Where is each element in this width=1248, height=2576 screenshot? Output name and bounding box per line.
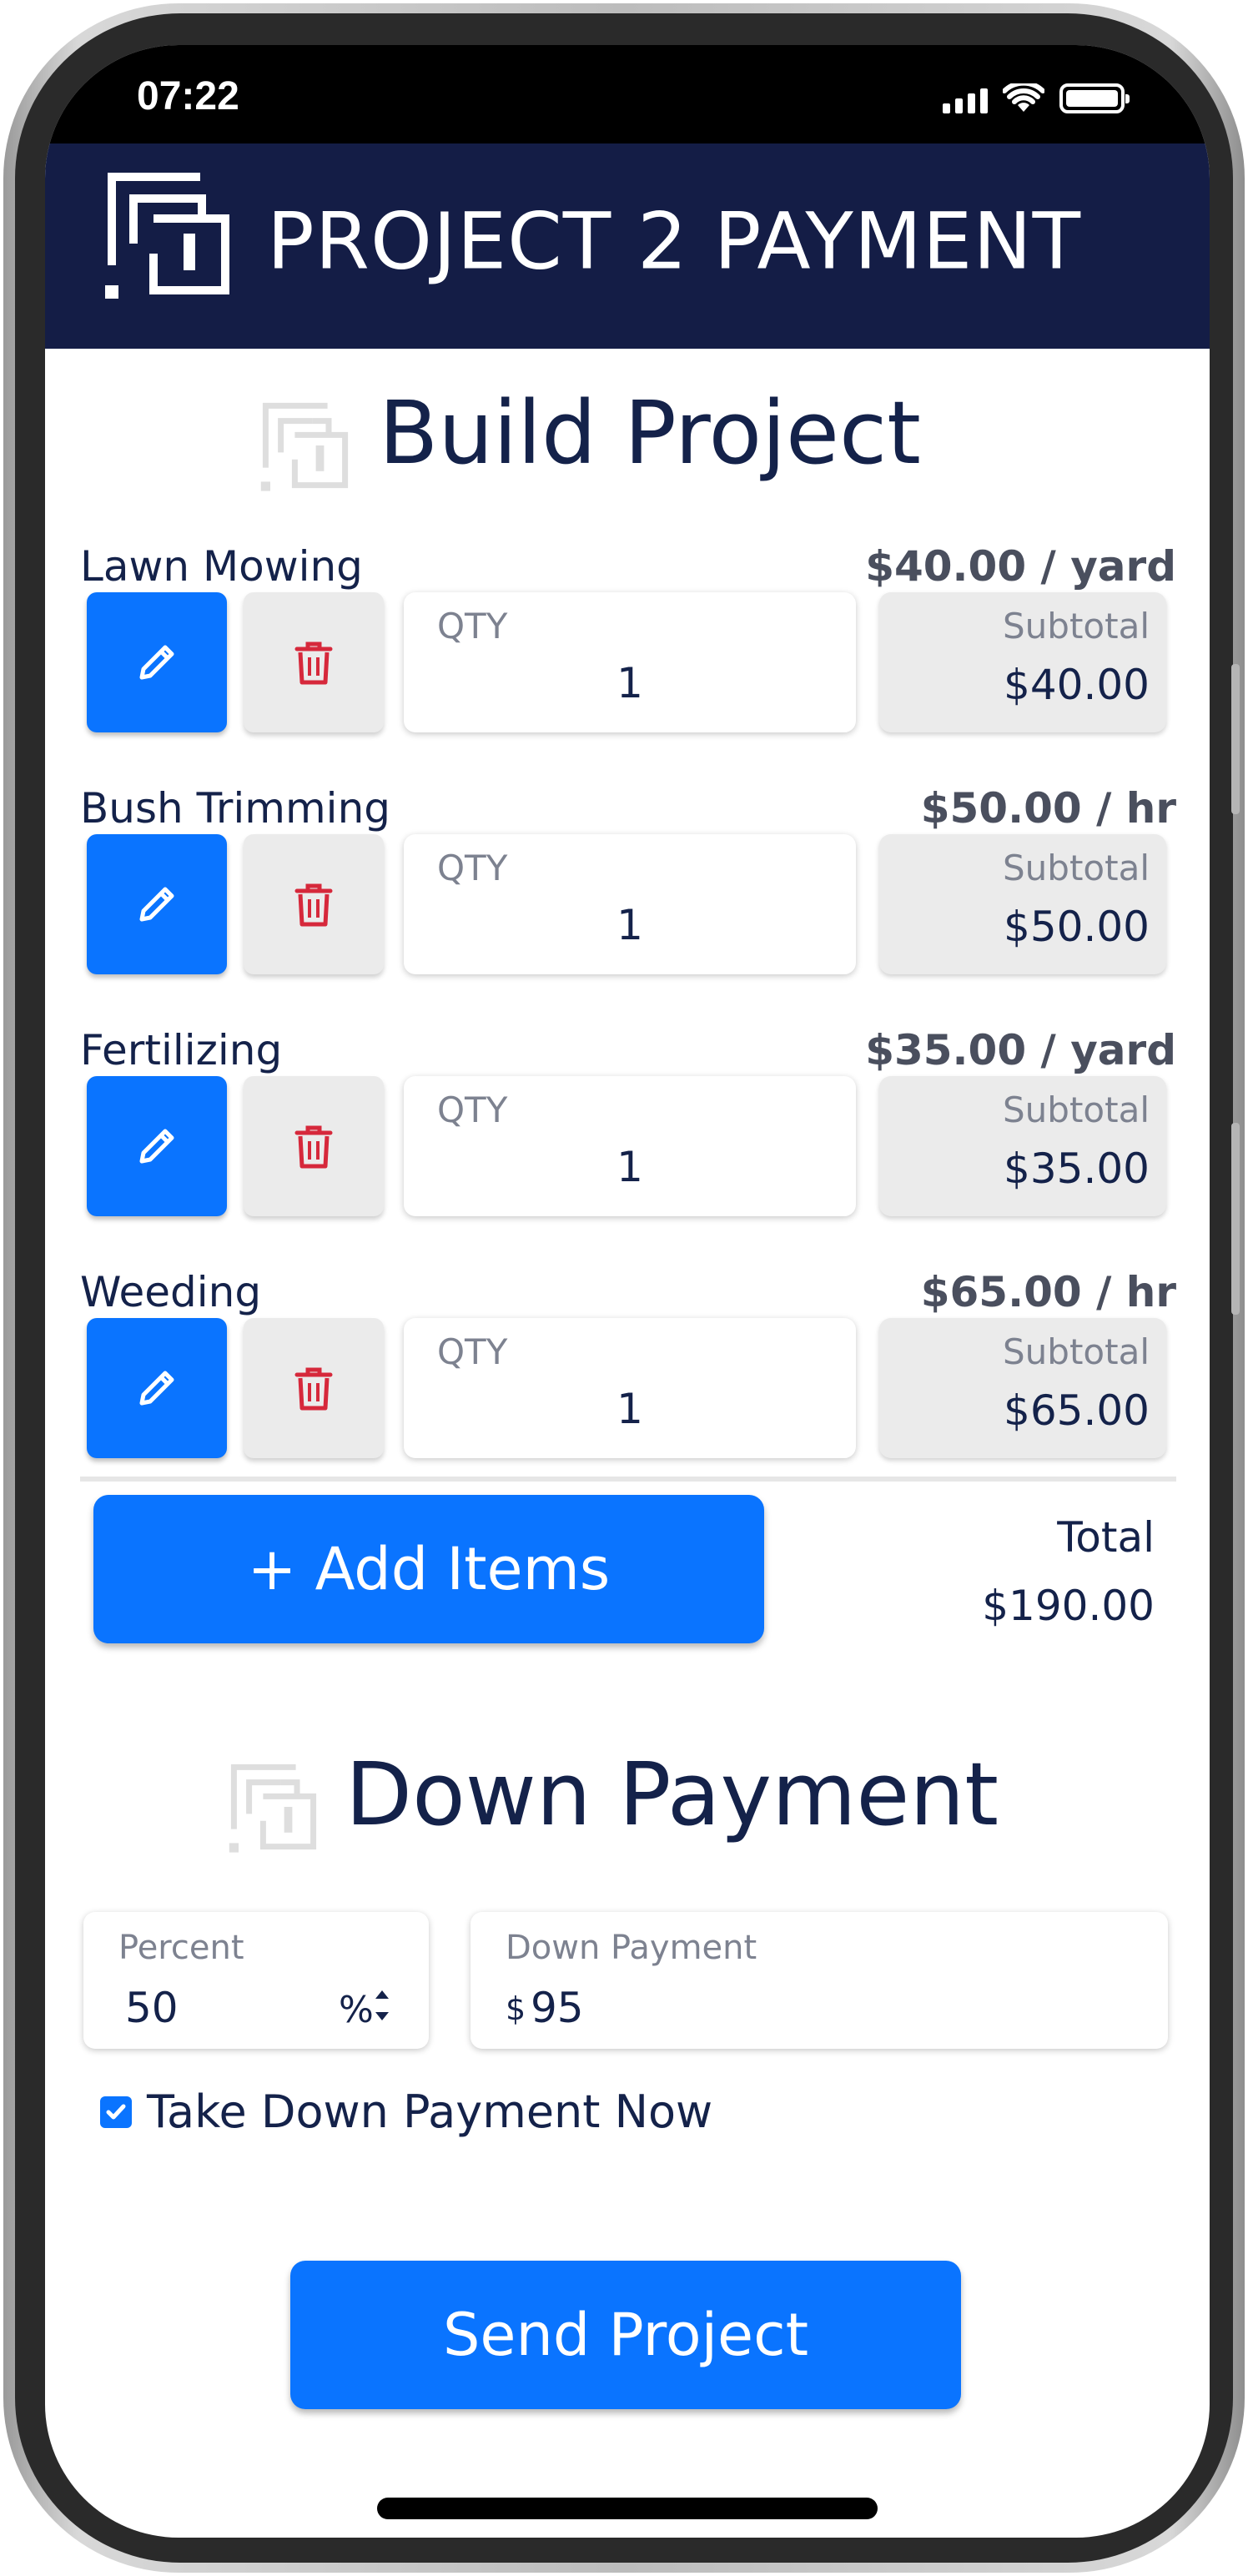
delete-item-button[interactable]: [244, 1076, 384, 1216]
pencil-icon: [139, 1371, 174, 1406]
edit-item-button[interactable]: [87, 834, 227, 974]
volume-button: [1231, 664, 1240, 814]
trash-icon: [294, 883, 333, 927]
percent-input[interactable]: 50: [125, 1984, 179, 2032]
down-payment-input[interactable]: 95: [531, 1984, 584, 2032]
app-header: PROJECT 2 PAYMENT: [45, 143, 1210, 349]
subtotal-label: Subtotal: [1003, 606, 1150, 647]
screen: 07:22 PROJECT 2 PAYMENT Build Project La…: [45, 45, 1210, 2538]
item-rate: $50.00 / hr: [920, 784, 1176, 833]
trash-icon: [294, 1125, 333, 1169]
status-icons: [943, 83, 1130, 113]
trash-icon: [294, 1367, 333, 1411]
pencil-icon: [139, 645, 174, 680]
subtotal-label: Subtotal: [1003, 1331, 1150, 1372]
signal-icon: [943, 88, 988, 113]
delete-item-button[interactable]: [244, 592, 384, 732]
subtotal-box: Subtotal $65.00: [879, 1318, 1166, 1458]
percent-label: Percent: [118, 1929, 244, 1967]
qty-input[interactable]: 1: [404, 1385, 856, 1433]
take-down-payment-checkbox[interactable]: [100, 2096, 132, 2128]
subtotal-box: Subtotal $40.00: [879, 592, 1166, 732]
home-indicator[interactable]: [377, 2498, 878, 2519]
delete-item-button[interactable]: [244, 834, 384, 974]
item-rate: $65.00 / hr: [920, 1268, 1176, 1316]
edit-item-button[interactable]: [87, 1076, 227, 1216]
app-brand-title: PROJECT 2 PAYMENT: [267, 196, 1082, 288]
edit-item-button[interactable]: [87, 1318, 227, 1458]
faint-logo-icon: [229, 1763, 317, 1853]
subtotal-value: $40.00: [1004, 661, 1150, 709]
item-name: Fertilizing: [80, 1026, 283, 1074]
down-payment-title: Down Payment: [345, 1743, 999, 1845]
power-button: [1231, 1123, 1240, 1315]
subtotal-label: Subtotal: [1003, 1089, 1150, 1130]
take-down-payment-row[interactable]: Take Down Payment Now: [100, 2085, 712, 2138]
edit-item-button[interactable]: [87, 592, 227, 732]
down-payment-label: Down Payment: [506, 1929, 757, 1967]
qty-label: QTY: [437, 848, 508, 888]
phone-frame: 07:22 PROJECT 2 PAYMENT Build Project La…: [3, 3, 1245, 2573]
down-payment-field[interactable]: Down Payment $ 95: [471, 1912, 1168, 2049]
qty-label: QTY: [437, 1089, 508, 1130]
total-label: Total: [1057, 1513, 1155, 1562]
status-bar: 07:22: [45, 45, 1210, 143]
add-items-button[interactable]: + Add Items: [93, 1495, 764, 1643]
item-rate: $35.00 / yard: [865, 1026, 1176, 1074]
qty-label: QTY: [437, 606, 508, 647]
qty-label: QTY: [437, 1331, 508, 1372]
faint-logo-icon: [260, 402, 349, 491]
subtotal-value: $65.00: [1004, 1386, 1150, 1435]
qty-field[interactable]: QTY 1: [404, 1318, 856, 1458]
total-value: $190.00: [982, 1582, 1155, 1630]
pencil-icon: [139, 887, 174, 922]
subtotal-value: $35.00: [1004, 1145, 1150, 1193]
build-project-title: Build Project: [379, 382, 921, 484]
qty-field[interactable]: QTY 1: [404, 1076, 856, 1216]
divider: [80, 1477, 1176, 1482]
battery-icon: [1059, 83, 1130, 113]
trash-icon: [294, 641, 333, 685]
item-rate: $40.00 / yard: [865, 542, 1176, 591]
qty-input[interactable]: 1: [404, 1143, 856, 1191]
percent-suffix: %: [339, 1989, 374, 2031]
status-time: 07:22: [137, 74, 239, 118]
currency-prefix: $: [506, 1990, 526, 2027]
qty-input[interactable]: 1: [404, 659, 856, 707]
pencil-icon: [139, 1129, 174, 1164]
stepper-arrows-icon[interactable]: [372, 1980, 392, 2030]
qty-field[interactable]: QTY 1: [404, 834, 856, 974]
item-name: Bush Trimming: [80, 784, 390, 833]
percent-field[interactable]: Percent 50 %: [83, 1912, 429, 2049]
subtotal-box: Subtotal $50.00: [879, 834, 1166, 974]
send-project-button[interactable]: Send Project: [290, 2261, 961, 2409]
qty-input[interactable]: 1: [404, 901, 856, 949]
p2p-logo-icon: [105, 173, 229, 299]
item-name: Lawn Mowing: [80, 542, 363, 591]
item-name: Weeding: [80, 1268, 262, 1316]
subtotal-value: $50.00: [1004, 903, 1150, 951]
delete-item-button[interactable]: [244, 1318, 384, 1458]
wifi-icon: [1003, 83, 1044, 112]
qty-field[interactable]: QTY 1: [404, 592, 856, 732]
subtotal-label: Subtotal: [1003, 848, 1150, 888]
take-down-payment-label: Take Down Payment Now: [147, 2085, 713, 2138]
checkmark-icon: [106, 2104, 126, 2119]
subtotal-box: Subtotal $35.00: [879, 1076, 1166, 1216]
